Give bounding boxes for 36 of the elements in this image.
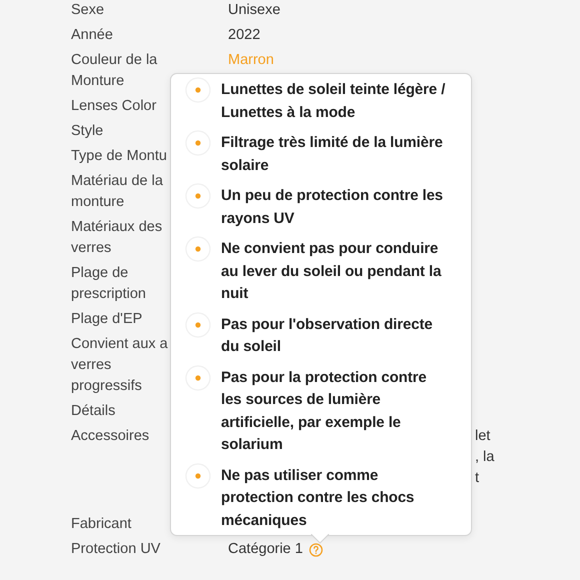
spec-label: Année <box>71 26 114 45</box>
tooltip-text: Lunettes de soleil teinte légère / Lunettes à la mode <box>221 80 446 122</box>
tooltip-text: Ne pas utiliser comme protection contre les chocs mécaniques <box>221 466 416 530</box>
spec-label: Matériaux des verres <box>71 218 164 258</box>
spec-label: Fabricant <box>71 515 132 534</box>
bullet-icon <box>185 77 211 103</box>
spec-label: Plage d'EP <box>71 310 144 329</box>
bullet-icon <box>185 130 211 156</box>
spec-label: Couleur de la Monture <box>71 51 158 91</box>
tooltip-text: Filtrage très limité de la lumière solaire <box>221 133 444 176</box>
bullet-icon <box>185 462 211 488</box>
spec-label: Type de Montu <box>71 147 168 166</box>
spec-label: Accessoires <box>71 427 150 446</box>
bullet-icon <box>185 312 211 338</box>
spec-label: Sexe <box>71 1 106 20</box>
bullet-icon <box>185 183 211 209</box>
spec-label: Matériau de la monture <box>71 172 164 212</box>
spec-label: Protection UV <box>71 540 162 559</box>
bullet-icon <box>185 364 211 390</box>
spec-label: Lenses Color <box>71 97 158 116</box>
spec-value: , la <box>475 448 494 467</box>
spec-value: t <box>475 469 480 488</box>
tooltip-text: Un peu de protection contre les rayons UV <box>221 186 444 228</box>
bullet-icon <box>185 236 211 262</box>
tooltip-text: Pas pour la protection contre les sources de lumière artificielle, par exemple le solarium <box>221 368 428 455</box>
spec-label: Convient aux a verres progressifs <box>71 335 169 396</box>
spec-value: let <box>475 427 492 446</box>
tooltip-text: Pas pour l'observation directe du soleil <box>221 314 434 357</box>
help-icon[interactable] <box>308 542 323 556</box>
spec-value: Catégorie 1 <box>228 540 303 559</box>
tooltip-text: Ne convient pas pour conduire au lever du soleil ou pendant la nuit <box>221 239 442 304</box>
spec-value: Unisexe <box>228 1 280 20</box>
spec-label: Plage de prescription <box>71 264 147 304</box>
spec-value: 2022 <box>228 26 260 45</box>
spec-label: Détails <box>71 402 116 421</box>
spec-label: Style <box>71 122 104 141</box>
